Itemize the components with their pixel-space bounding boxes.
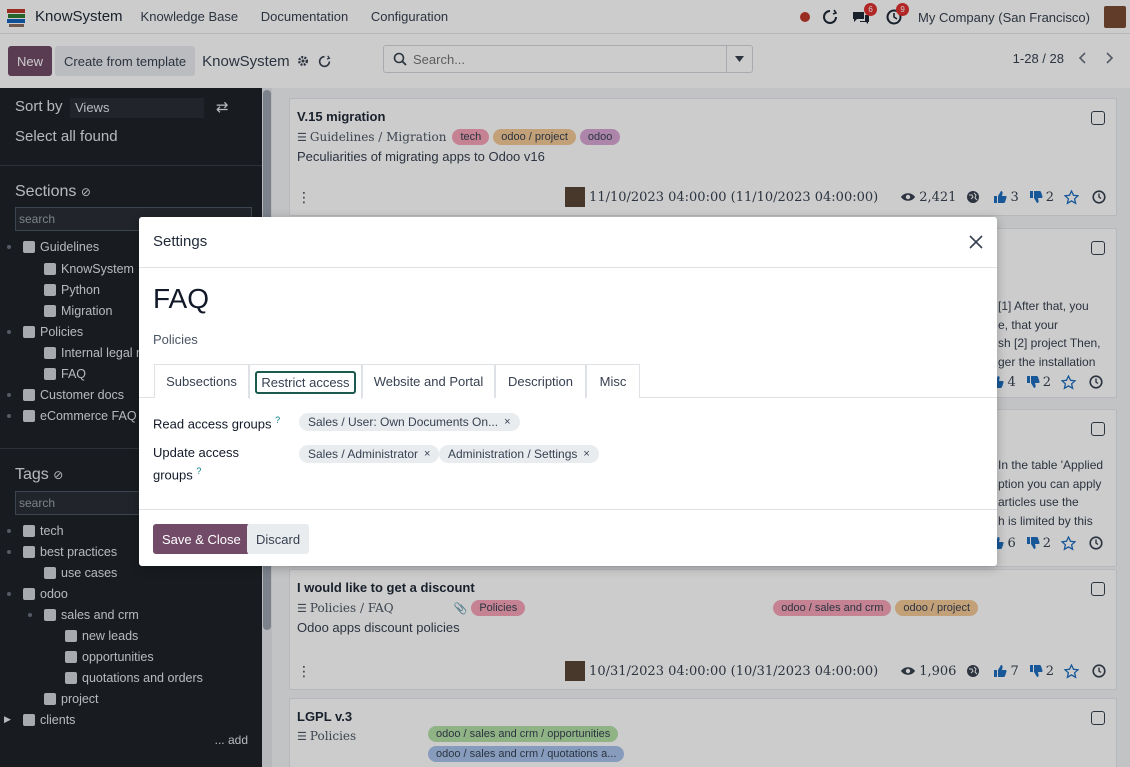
update-access-label: Update access groups ? <box>153 445 239 483</box>
dialog-footer: Save & Close Discard <box>139 509 997 566</box>
tab-subsections[interactable]: Subsections <box>154 364 249 398</box>
dialog-title: Settings <box>153 233 208 250</box>
remove-chip-icon[interactable]: × <box>504 416 510 428</box>
dialog-tabs: Subsections Restrict access Website and … <box>139 364 997 399</box>
help-tooltip-icon[interactable]: ? <box>275 415 280 425</box>
section-name-field[interactable]: FAQ <box>153 283 209 315</box>
read-access-label: Read access groups ? <box>153 415 281 432</box>
settings-dialog: Settings FAQ Policies Subsections Restri… <box>139 217 997 566</box>
discard-button[interactable]: Discard <box>247 524 310 554</box>
parent-section-field[interactable]: Policies <box>153 332 198 347</box>
help-tooltip-icon[interactable]: ? <box>196 466 201 476</box>
tab-description[interactable]: Description <box>495 364 586 398</box>
dialog-header: Settings <box>139 217 997 268</box>
close-icon[interactable] <box>967 233 985 251</box>
save-and-close-button[interactable]: Save & Close <box>153 524 250 554</box>
read-group-chip: Sales / User: Own Documents On... × <box>299 413 520 431</box>
remove-chip-icon[interactable]: × <box>583 448 589 460</box>
tab-restrict-access[interactable]: Restrict access <box>249 364 362 399</box>
update-group-chip: Administration / Settings × <box>439 445 599 463</box>
remove-chip-icon[interactable]: × <box>424 448 430 460</box>
update-group-chip: Sales / Administrator × <box>299 445 440 463</box>
tab-website-and-portal[interactable]: Website and Portal <box>362 364 495 398</box>
tab-misc[interactable]: Misc <box>586 364 640 398</box>
